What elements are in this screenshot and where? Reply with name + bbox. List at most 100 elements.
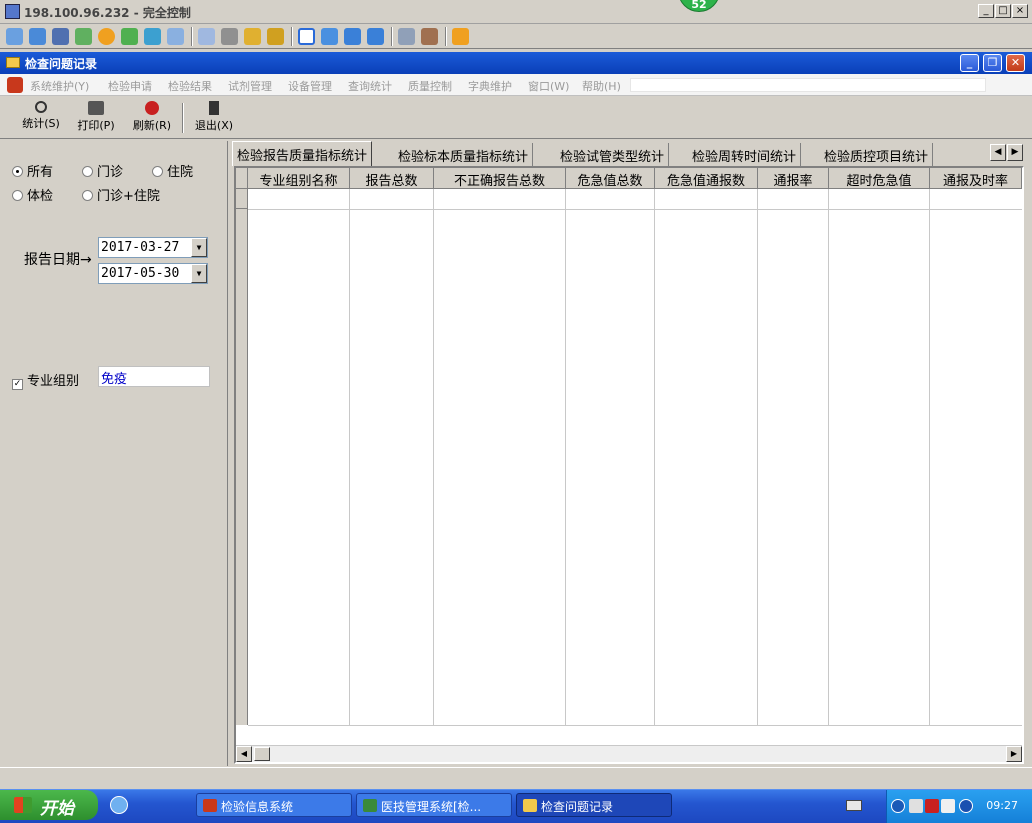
date-from-picker[interactable]: 2017-03-27 ▼ [98, 237, 208, 258]
menu-results[interactable]: 检验结果 [168, 78, 212, 94]
restore-button[interactable]: ❐ [983, 54, 1002, 72]
task-medtech[interactable]: 医技管理系统[检... [356, 793, 512, 817]
horizontal-scrollbar[interactable]: ◀ ▶ [236, 745, 1022, 762]
close-icon[interactable]: × [1012, 4, 1028, 18]
column-divider [433, 189, 434, 725]
menu-dictionary[interactable]: 字典维护 [468, 78, 512, 94]
chat-icon[interactable] [167, 28, 184, 45]
disconnect-icon[interactable] [452, 28, 469, 45]
group-input[interactable]: 免疫 [98, 366, 210, 387]
column-header[interactable]: 报告总数 [350, 168, 434, 189]
folder-icon [523, 799, 537, 812]
column-divider [349, 189, 350, 725]
scroll-thumb[interactable] [254, 747, 270, 761]
menu-help[interactable]: 帮助(H) [582, 78, 621, 94]
scroll-right-icon[interactable]: ▶ [1006, 746, 1022, 762]
tab-turnaround-time[interactable]: 检验周转时间统计 [688, 143, 802, 166]
lock-icon[interactable] [244, 28, 261, 45]
menu-query[interactable]: 查询统计 [348, 78, 392, 94]
column-header[interactable]: 危急值通报数 [655, 168, 758, 189]
menu-reagent[interactable]: 试剂管理 [228, 78, 272, 94]
toolbar-separator [182, 103, 184, 133]
column-header[interactable]: 专业组别名称 [248, 168, 350, 189]
tab-specimen-quality[interactable]: 检验标本质量指标统计 [394, 143, 534, 166]
terminal-icon[interactable] [52, 28, 69, 45]
column-header[interactable]: 通报率 [758, 168, 829, 189]
menu-equipment[interactable]: 设备管理 [288, 78, 332, 94]
remote-session-titlebar: 198.100.96.232 - 完全控制 52 _ □ × [0, 0, 1032, 24]
column-divider [757, 189, 758, 725]
scroll-left-icon[interactable]: ◀ [236, 746, 252, 762]
task-check-records[interactable]: 检查问题记录 [516, 793, 672, 817]
session-counter-badge[interactable]: 52 [678, 0, 720, 12]
phone-icon[interactable] [144, 28, 161, 45]
transfer-icon[interactable] [75, 28, 92, 45]
radio-all[interactable]: 所有 [12, 161, 53, 180]
tab-scroll-right-icon[interactable]: ▶ [1007, 144, 1023, 161]
radio-dot [152, 166, 163, 177]
radio-dot [82, 166, 93, 177]
keyboard-icon[interactable] [846, 800, 862, 811]
clipboard-icon[interactable] [398, 28, 415, 45]
refresh-button[interactable]: 刷新(R) [128, 101, 176, 135]
zoom-icon[interactable] [367, 28, 384, 45]
menu-request[interactable]: 检验申请 [108, 78, 152, 94]
shield-icon[interactable] [121, 28, 138, 45]
monitor-icon[interactable] [29, 28, 46, 45]
volume-tray-icon[interactable] [941, 799, 955, 813]
toolbar-separator [391, 27, 393, 46]
column-header[interactable]: 超时危急值 [829, 168, 930, 189]
tray-expand-icon[interactable] [891, 799, 905, 813]
tab-scroll-left-icon[interactable]: ◀ [990, 144, 1006, 161]
close-button[interactable]: ✕ [1006, 54, 1025, 72]
print-button[interactable]: 打印(P) [72, 101, 120, 135]
menu-window[interactable]: 窗口(W) [528, 78, 569, 94]
date-to-picker[interactable]: 2017-05-30 ▼ [98, 263, 208, 284]
menu-system[interactable]: 系统维护(Y) [30, 78, 89, 94]
fullscreen-icon[interactable] [344, 28, 361, 45]
toolbar-separator [445, 27, 447, 46]
tools-icon[interactable] [421, 28, 438, 45]
app-icon[interactable] [7, 77, 23, 93]
stats-button[interactable]: 统计(S) [18, 101, 64, 135]
group-checkbox[interactable]: ✓ 专业组别 [12, 370, 79, 390]
screen-icon[interactable] [6, 28, 23, 45]
chevron-down-icon[interactable]: ▼ [191, 238, 207, 257]
tab-report-quality[interactable]: 检验报告质量指标统计 [232, 141, 373, 166]
data-grid: 专业组别名称 报告总数 不正确报告总数 危急值总数 危急值通报数 通报率 超时危… [234, 166, 1024, 764]
radio-inpatient[interactable]: 住院 [152, 161, 193, 180]
exit-button[interactable]: 退出(X) [190, 101, 238, 135]
user-icon[interactable] [198, 28, 215, 45]
window-title: 检查问题记录 [25, 57, 98, 71]
table-row[interactable] [248, 209, 1022, 210]
tab-qc-items[interactable]: 检验质控项目统计 [820, 143, 934, 166]
window-mode-icon[interactable] [298, 28, 315, 45]
menu-quality[interactable]: 质量控制 [408, 78, 452, 94]
column-header[interactable]: 不正确报告总数 [434, 168, 566, 189]
clock: 09:27 [986, 799, 1018, 812]
network-icon[interactable] [221, 28, 238, 45]
power-icon[interactable] [98, 28, 115, 45]
radio-outpatient[interactable]: 门诊 [82, 161, 123, 180]
browser-icon[interactable] [110, 796, 128, 814]
network-tray-icon[interactable] [909, 799, 923, 813]
column-header[interactable]: 通报及时率 [930, 168, 1022, 189]
row-indicator-cell[interactable] [236, 189, 248, 209]
start-button[interactable]: 开始 [0, 790, 98, 820]
radio-dot [12, 190, 23, 201]
remote-tray-icon[interactable] [959, 799, 973, 813]
remote-control-toolbar [0, 24, 1032, 49]
chevron-down-icon[interactable]: ▼ [191, 264, 207, 283]
tab-tube-type[interactable]: 检验试管类型统计 [556, 143, 670, 166]
minimize-icon[interactable]: _ [978, 4, 994, 18]
restore-icon[interactable]: □ [995, 4, 1011, 18]
radio-out-in[interactable]: 门诊+住院 [82, 185, 160, 204]
fit-screen-icon[interactable] [321, 28, 338, 45]
unlock-icon[interactable] [267, 28, 284, 45]
status-bar [0, 767, 1032, 787]
security-tray-icon[interactable] [925, 799, 939, 813]
minimize-button[interactable]: _ [960, 54, 979, 72]
column-header[interactable]: 危急值总数 [566, 168, 655, 189]
task-lis[interactable]: 检验信息系统 [196, 793, 352, 817]
radio-checkup[interactable]: 体检 [12, 185, 53, 204]
